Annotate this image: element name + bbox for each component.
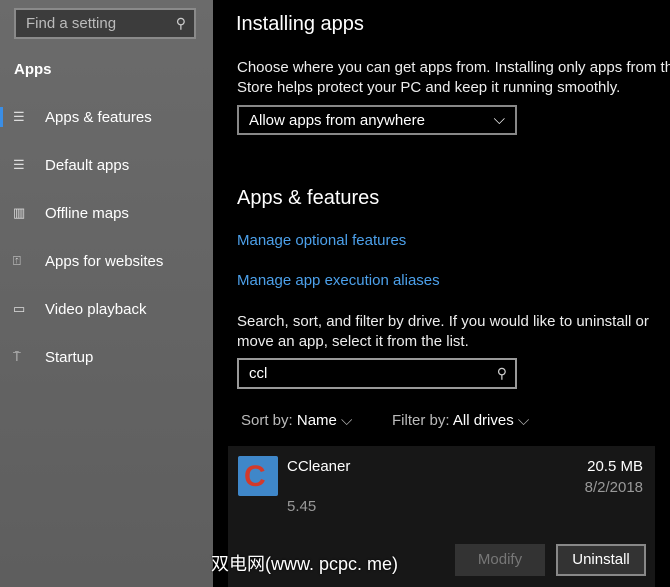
default-list-icon: ☰: [13, 157, 25, 172]
sort-dropdown[interactable]: Sort by: Name ⌵: [241, 412, 352, 429]
sidebar-item-label: Offline maps: [45, 204, 129, 222]
app-version: 5.45: [287, 498, 317, 515]
app-date: 8/2/2018: [584, 479, 643, 496]
sidebar: Find a setting ⚲ Apps ☰ Apps & features ☰ D…: [0, 0, 213, 587]
search-desc-line2: move an app, select it from the list.: [237, 333, 469, 350]
installing-apps-title: Installing apps: [236, 13, 364, 35]
sidebar-item-startup[interactable]: ⍑ Startup: [0, 339, 213, 375]
sidebar-item-label: Default apps: [45, 156, 130, 174]
sidebar-item-video-playback[interactable]: ▭ Video playback: [0, 291, 213, 327]
uninstall-button[interactable]: Uninstall: [556, 544, 646, 576]
search-placeholder: Find a setting: [26, 15, 117, 32]
map-icon: ▥: [13, 205, 26, 220]
sidebar-item-offline-maps[interactable]: ▥ Offline maps: [0, 195, 213, 231]
sidebar-item-label: Video playback: [45, 300, 147, 318]
video-icon: ▭: [13, 301, 26, 316]
search-icon: ⚲: [175, 15, 186, 31]
app-source-dropdown[interactable]: Allow apps from anywhere ⌵: [237, 105, 517, 135]
ccleaner-logo-icon: C: [238, 456, 278, 496]
sidebar-item-label: Apps & features: [45, 108, 152, 126]
sort-label: Sort by:: [241, 412, 293, 429]
app-name: CCleaner: [287, 458, 351, 475]
list-icon: ☰: [13, 109, 25, 124]
upload-box-icon: ⍐: [13, 253, 21, 268]
filter-value: All drives: [452, 412, 514, 429]
modify-button[interactable]: Modify: [455, 544, 545, 576]
watermark: 双电网(www. pcpc. me): [211, 554, 399, 574]
search-desc-line1: Search, sort, and filter by drive. If yo…: [237, 313, 649, 330]
filter-label: Filter by:: [392, 412, 450, 429]
app-size: 20.5 MB: [587, 458, 643, 475]
search-value: ccl: [249, 365, 268, 382]
startup-icon: ⍑: [13, 349, 21, 364]
dropdown-value: Allow apps from anywhere: [249, 112, 425, 129]
sort-value: Name: [296, 412, 337, 429]
chevron-down-icon: ⌵: [493, 111, 505, 128]
sidebar-item-apps-for-websites[interactable]: ⍐ Apps for websites: [0, 243, 213, 279]
manage-aliases-link[interactable]: Manage app execution aliases: [237, 272, 440, 289]
sidebar-heading: Apps: [14, 61, 52, 78]
installing-desc-line1: Choose where you can get apps from. Inst…: [237, 59, 670, 76]
apps-features-title: Apps & features: [237, 187, 380, 209]
chevron-down-icon: ⌵: [517, 412, 530, 429]
find-setting-input[interactable]: Find a setting ⚲: [14, 8, 196, 39]
filter-dropdown[interactable]: Filter by: All drives ⌵: [392, 412, 529, 429]
main-content: Installing apps Choose where you can get…: [213, 0, 670, 587]
manage-optional-features-link[interactable]: Manage optional features: [237, 232, 406, 249]
chevron-down-icon: ⌵: [341, 412, 353, 429]
sidebar-item-label: Startup: [45, 348, 94, 366]
sidebar-item-default-apps[interactable]: ☰ Default apps: [0, 147, 213, 183]
search-icon: ⚲: [496, 365, 507, 381]
installing-desc-line2: Store helps protect your PC and keep it …: [237, 79, 621, 96]
sidebar-item-label: Apps for websites: [45, 252, 164, 270]
app-search-input[interactable]: ccl ⚲: [237, 358, 517, 389]
sidebar-item-apps-features[interactable]: ☰ Apps & features: [0, 99, 213, 135]
